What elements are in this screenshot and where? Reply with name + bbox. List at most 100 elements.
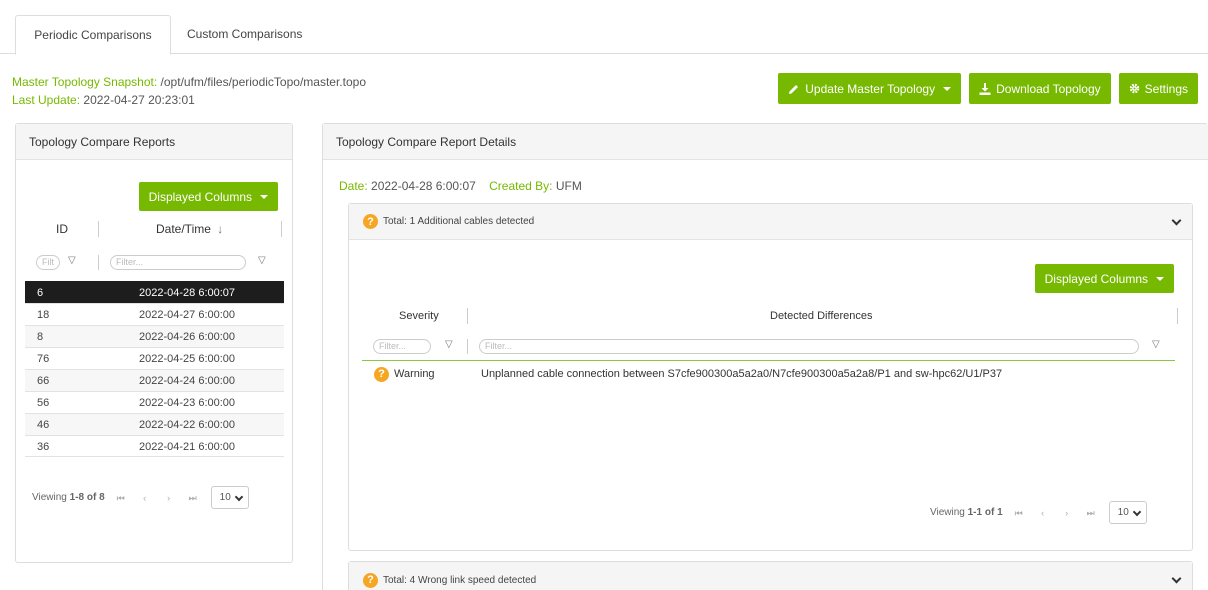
report-meta: Date: 2022-04-28 6:00:07 Created By: UFM [339,179,582,193]
last-update-line: Last Update: 2022-04-27 20:23:01 [12,93,195,107]
first-page-icon[interactable]: ⏮ [113,490,129,506]
wrong-link-speed-header[interactable]: ? Total: 4 Wrong link speed detected [349,562,1192,590]
severity-value: Warning [394,368,435,380]
reports-panel-title: Topology Compare Reports [16,124,292,160]
report-date-value: 2022-04-28 6:00:07 [371,179,476,193]
additional-cables-section: ? Total: 1 Additional cables detected Di… [348,203,1193,551]
master-snapshot-path: /opt/ufm/files/periodicTopo/master.topo [160,75,366,89]
displayed-columns-button[interactable]: Displayed Columns [138,182,278,211]
next-page-icon[interactable]: › [1059,505,1075,521]
pager-range: 1-1 of 1 [967,507,1003,518]
displayed-columns-label: Displayed Columns [148,189,252,204]
row-datetime: 2022-04-25 6:00:00 [139,353,236,365]
page-size-select[interactable]: 10 [210,486,249,509]
pencil-icon [789,84,799,94]
prev-page-icon[interactable]: ‹ [137,490,153,506]
displayed-columns-label: Displayed Columns [1044,271,1148,286]
settings-label: Settings [1144,81,1188,96]
page-size-value: 10 [219,492,231,503]
row-id: 36 [37,441,50,453]
differences-pager: Viewing 1-1 of 1 ⏮ ‹ › ⏭ 10 [930,501,1147,524]
chevron-down-icon [234,492,243,502]
column-header-severity[interactable]: Severity [399,310,439,322]
column-divider [1177,308,1178,324]
displayed-columns-button[interactable]: Displayed Columns [1034,264,1174,293]
table-row[interactable]: 18 2022-04-27 6:00:00 [25,303,284,325]
id-filter-icon[interactable]: ▽ [68,255,76,266]
table-row[interactable]: 36 2022-04-21 6:00:00 [25,435,284,457]
table-row[interactable]: 6 2022-04-28 6:00:07 [25,281,284,303]
last-page-icon[interactable]: ⏭ [185,490,201,506]
difference-value: Unplanned cable connection between S7cfe… [481,368,1003,380]
differences-filter-input[interactable]: Filter... [479,339,1139,354]
page-size-select[interactable]: 10 [1108,501,1147,524]
table-row[interactable]: ? Warning Unplanned cable connection bet… [362,360,1175,387]
row-datetime: 2022-04-22 6:00:00 [139,419,236,431]
row-datetime: 2022-04-26 6:00:00 [139,331,236,343]
row-id: 76 [37,353,50,365]
download-icon [979,82,991,95]
column-divider [467,339,468,354]
row-id: 18 [37,309,50,321]
row-datetime: 2022-04-27 6:00:00 [139,309,236,321]
tab-periodic-comparisons[interactable]: Periodic Comparisons [15,15,171,55]
row-id: 8 [37,331,44,343]
reports-pager: Viewing 1-8 of 8 ⏮ ‹ › ⏭ 10 [32,486,249,509]
table-row[interactable]: 76 2022-04-25 6:00:00 [25,347,284,369]
update-master-topology-label: Update Master Topology [805,81,936,96]
severity-filter-input[interactable]: Filter... [373,339,431,354]
pager-range: 1-8 of 8 [69,492,105,503]
next-page-icon[interactable]: › [161,490,177,506]
gear-icon [1129,83,1139,94]
question-icon: ? [363,214,378,229]
chevron-down-icon [1171,215,1182,226]
row-datetime: 2022-04-24 6:00:00 [139,375,236,387]
row-id: 66 [37,375,50,387]
column-divider [467,308,468,324]
report-created-value: UFM [555,179,582,193]
datetime-filter-icon[interactable]: ▽ [258,255,266,266]
column-header-id[interactable]: ID [56,222,68,236]
table-row[interactable]: 46 2022-04-22 6:00:00 [25,413,284,435]
section-header-label: Total: 4 Wrong link speed detected [383,574,537,586]
update-master-topology-button[interactable]: Update Master Topology [778,73,962,104]
chevron-down-icon [1171,573,1182,584]
datetime-header-label: Date/Time [156,222,211,236]
column-divider [98,221,99,237]
report-details-title: Topology Compare Report Details [323,124,1208,160]
additional-cables-header[interactable]: ? Total: 1 Additional cables detected [349,204,1192,240]
column-divider [98,255,99,270]
column-header-detected-differences[interactable]: Detected Differences [770,310,873,322]
tab-bar: Periodic Comparisons Custom Comparisons [0,0,1208,55]
tab-custom-comparisons[interactable]: Custom Comparisons [172,15,332,55]
row-id: 56 [37,397,50,409]
datetime-filter-input[interactable]: Filter... [110,255,246,270]
download-topology-label: Download Topology [996,81,1101,96]
last-page-icon[interactable]: ⏭ [1083,505,1099,521]
settings-button[interactable]: Settings [1118,73,1198,104]
severity-filter-icon[interactable]: ▽ [445,339,453,350]
report-created-label: Created By: [489,179,553,193]
master-snapshot-line: Master Topology Snapshot: /opt/ufm/files… [12,75,366,89]
row-id: 46 [37,419,50,431]
report-date-label: Date: [339,179,368,193]
prev-page-icon[interactable]: ‹ [1035,505,1051,521]
caret-down-icon [943,86,952,91]
table-row[interactable]: 8 2022-04-26 6:00:00 [25,325,284,347]
first-page-icon[interactable]: ⏮ [1011,505,1027,521]
row-id: 6 [37,287,44,299]
table-row[interactable]: 66 2022-04-24 6:00:00 [25,369,284,391]
column-header-datetime[interactable]: Date/Time ↓ [156,222,223,236]
download-topology-button[interactable]: Download Topology [969,73,1111,104]
table-row[interactable]: 56 2022-04-23 6:00:00 [25,391,284,413]
id-filter-input[interactable]: Filt [36,255,60,270]
section-header-label: Total: 1 Additional cables detected [383,216,535,227]
master-snapshot-label: Master Topology Snapshot: [12,75,158,89]
differences-filter-icon[interactable]: ▽ [1152,339,1160,350]
column-divider [281,221,282,237]
row-datetime: 2022-04-23 6:00:00 [139,397,236,409]
topology-compare-report-details-panel: Topology Compare Report Details Date: 20… [322,123,1208,590]
caret-down-icon [1156,276,1164,281]
sort-down-icon: ↓ [217,222,224,236]
question-icon: ? [363,572,378,588]
